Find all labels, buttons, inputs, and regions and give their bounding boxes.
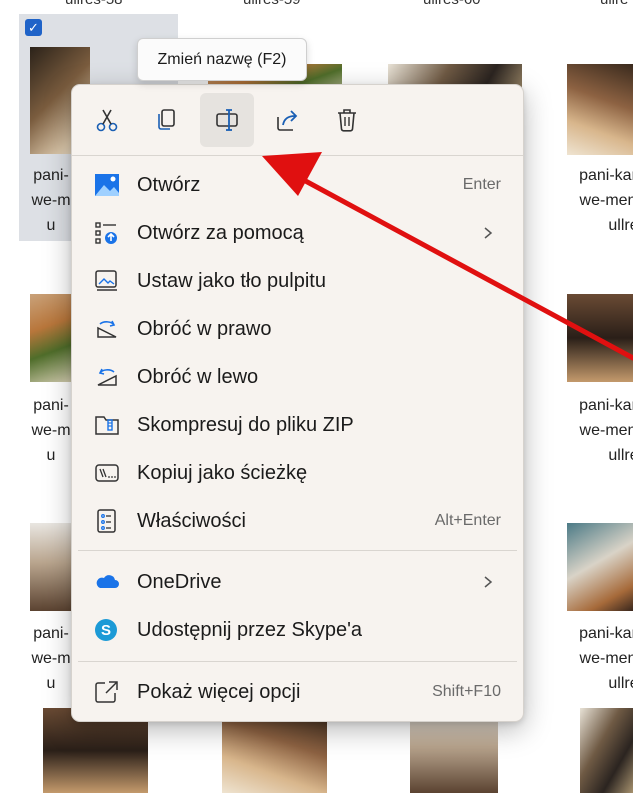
file-label-top: ullre: [600, 0, 628, 8]
desktop-background-icon: [94, 269, 120, 293]
menu-item-open-with[interactable]: Otwórz za pomocą: [78, 211, 517, 255]
menu-item-label: Ustaw jako tło pulpitu: [137, 269, 326, 292]
file-name: pani-karwe-menullre: [579, 625, 633, 692]
menu-divider: [78, 661, 517, 662]
trash-icon: [338, 109, 356, 132]
menu-item-shortcut: Shift+F10: [432, 683, 501, 700]
menu-item-copy-as-path[interactable]: Kopiuj jako ścieżkę: [78, 451, 517, 495]
menu-item-label: Otwórz: [137, 173, 201, 196]
file-thumbnail[interactable]: [567, 64, 633, 155]
menu-item-label: Kopiuj jako ścieżkę: [137, 461, 308, 484]
open-with-icon: [94, 221, 120, 245]
copy-path-icon: [94, 461, 120, 485]
file-thumbnail[interactable]: [580, 708, 633, 793]
menu-item-onedrive[interactable]: OneDrive: [78, 560, 517, 604]
file-label-top: ullres-59: [243, 0, 301, 8]
context-menu: Otwórz Enter Otwórz za pomocą Ustaw jako…: [71, 84, 524, 722]
skype-icon: S: [94, 618, 120, 642]
file-label-top: ullres-58: [65, 0, 123, 8]
file-name: pani-karwe-menullre: [579, 397, 633, 464]
menu-item-label: OneDrive: [137, 570, 222, 593]
menu-item-set-background[interactable]: Ustaw jako tło pulpitu: [78, 259, 517, 303]
share-button[interactable]: [260, 93, 314, 147]
copy-button[interactable]: [140, 93, 194, 147]
file-thumbnail[interactable]: [567, 294, 633, 382]
rotate-right-icon: [94, 317, 120, 341]
menu-item-shortcut: Enter: [462, 176, 501, 193]
properties-icon: [94, 509, 120, 533]
chevron-right-icon: [481, 570, 495, 594]
menu-item-label: Pokaż więcej opcji: [137, 680, 301, 703]
menu-item-show-more-options[interactable]: Pokaż więcej opcji Shift+F10: [78, 670, 517, 714]
chevron-right-icon: [481, 221, 495, 245]
menu-item-label: Otwórz za pomocą: [137, 221, 304, 244]
delete-button[interactable]: [320, 93, 374, 147]
menu-item-label: Obróć w lewo: [137, 365, 259, 388]
file-select-checkbox[interactable]: ✓: [25, 19, 42, 36]
rotate-left-icon: [94, 365, 120, 389]
menu-item-open[interactable]: Otwórz Enter: [78, 163, 517, 207]
rename-icon: [216, 109, 238, 131]
svg-text:S: S: [101, 622, 111, 639]
copy-icon: [158, 109, 175, 130]
share-icon: [277, 110, 298, 131]
menu-item-compress-zip[interactable]: Skompresuj do pliku ZIP: [78, 403, 517, 447]
menu-item-shortcut: Alt+Enter: [434, 512, 501, 529]
file-thumbnail[interactable]: [567, 523, 633, 611]
menu-divider: [78, 550, 517, 551]
file-name: pani-karwe-menullre: [579, 167, 633, 234]
onedrive-icon: [94, 570, 120, 594]
menu-item-properties[interactable]: Właściwości Alt+Enter: [78, 499, 517, 543]
menu-item-label: Udostępnij przez Skype'a: [137, 618, 363, 641]
cut-button[interactable]: [80, 93, 134, 147]
menu-item-rotate-right[interactable]: Obróć w prawo: [78, 307, 517, 351]
scissors-icon: [96, 109, 118, 132]
rename-tooltip: Zmień nazwę (F2): [137, 38, 307, 81]
menu-item-rotate-left[interactable]: Obróć w lewo: [78, 355, 517, 399]
menu-item-label: Obróć w prawo: [137, 317, 272, 340]
file-label-top: ullres-60: [423, 0, 481, 8]
show-more-options-icon: [94, 680, 120, 704]
context-menu-toolbar: [72, 85, 523, 156]
menu-item-label: Skompresuj do pliku ZIP: [137, 413, 354, 436]
menu-item-label: Właściwości: [137, 509, 246, 532]
image-icon: [94, 173, 120, 197]
menu-item-share-skype[interactable]: S Udostępnij przez Skype'a: [78, 608, 517, 652]
rename-button[interactable]: [200, 93, 254, 147]
zip-folder-icon: [94, 413, 120, 437]
